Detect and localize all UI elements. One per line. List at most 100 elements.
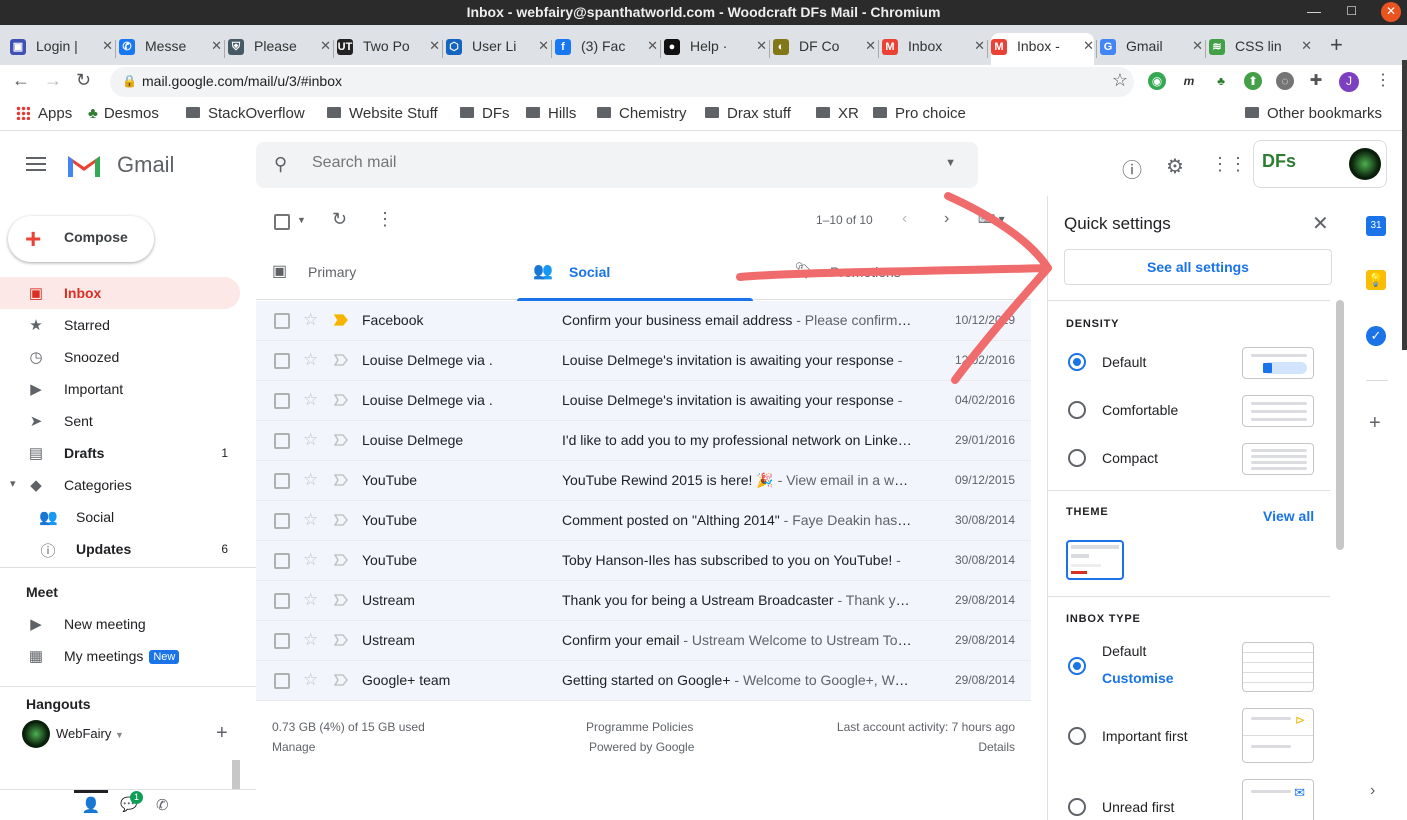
browser-tab-5[interactable]: f (3) Fac ✕ xyxy=(555,33,658,65)
close-tab-icon[interactable]: ✕ xyxy=(429,33,440,59)
sidebar-item-inbox[interactable]: ▣ Inbox xyxy=(0,277,240,309)
activity-details-link[interactable]: Details xyxy=(978,740,1015,754)
new-meeting-item[interactable]: ▶ New meeting xyxy=(0,608,240,640)
close-tab-icon[interactable]: ✕ xyxy=(865,33,876,59)
row-checkbox[interactable] xyxy=(274,553,290,569)
next-page-icon[interactable]: › xyxy=(944,210,949,228)
bookmark-desmos[interactable]: ♣ Desmos xyxy=(88,105,159,122)
extension-m-icon[interactable]: m xyxy=(1180,72,1198,90)
sidebar-item-snoozed[interactable]: ◷ Snoozed xyxy=(0,341,240,373)
close-tab-icon[interactable]: ✕ xyxy=(320,33,331,59)
importance-marker-icon[interactable] xyxy=(334,314,348,326)
theme-default-swatch[interactable] xyxy=(1066,540,1124,580)
importance-marker-icon[interactable] xyxy=(334,594,348,606)
bookmark-chemistry[interactable]: Chemistry xyxy=(597,105,687,122)
close-quick-settings-icon[interactable]: ✕ xyxy=(1312,211,1329,236)
email-row[interactable]: ☆ Google+ team Getting started on Google+ … xyxy=(256,661,1031,701)
sidebar-item-important[interactable]: ▶ Important xyxy=(0,373,240,405)
importance-marker-icon[interactable] xyxy=(334,514,348,526)
row-checkbox[interactable] xyxy=(274,353,290,369)
close-tab-icon[interactable]: ✕ xyxy=(756,33,767,59)
search-options-icon[interactable]: ▼ xyxy=(945,157,956,169)
close-window-icon[interactable]: ✕ xyxy=(1381,2,1401,22)
compose-button[interactable]: + Compose xyxy=(8,216,154,262)
view-all-themes-link[interactable]: View all xyxy=(1263,508,1314,524)
sidebar-scrollbar[interactable] xyxy=(232,760,240,790)
importance-marker-icon[interactable] xyxy=(334,474,348,486)
prev-page-icon[interactable]: ‹ xyxy=(902,210,907,228)
manage-storage-link[interactable]: Manage xyxy=(272,740,315,754)
browser-tab-0[interactable]: ▣ Login | ✕ xyxy=(10,33,113,65)
sidebar-item-categories[interactable]: ◆ Categories ▾ xyxy=(0,469,240,501)
browser-tab-2[interactable]: ⛨ Please ✕ xyxy=(228,33,331,65)
sidebar-item-drafts[interactable]: ▤ Drafts 1 xyxy=(0,437,240,469)
importance-marker-icon[interactable] xyxy=(334,634,348,646)
browser-tab-7[interactable]: ◐ DF Co ✕ xyxy=(773,33,876,65)
refresh-icon[interactable]: ↻ xyxy=(332,209,347,230)
email-row[interactable]: ☆ Louise Delmege via . Louise Delmege's in… xyxy=(256,381,1031,421)
search-input[interactable] xyxy=(312,154,912,172)
close-tab-icon[interactable]: ✕ xyxy=(647,33,658,59)
bookmark-website-stuff[interactable]: Website Stuff xyxy=(327,105,438,122)
star-toggle-icon[interactable]: ☆ xyxy=(303,310,318,330)
calendar-app-icon[interactable]: 31 xyxy=(1366,216,1386,236)
sidebar-item-updates[interactable]: ⓘ Updates 6 xyxy=(0,533,240,565)
bookmark-hills[interactable]: Hills xyxy=(526,105,576,122)
star-toggle-icon[interactable]: ☆ xyxy=(303,670,318,690)
expand-categories-icon[interactable]: ▾ xyxy=(10,477,16,490)
star-toggle-icon[interactable]: ☆ xyxy=(303,430,318,450)
back-icon[interactable]: ← xyxy=(12,70,30,91)
density-comfortable-radio[interactable] xyxy=(1068,401,1086,419)
address-bar[interactable]: 🔒 mail.google.com/mail/u/3/#inbox ☆ xyxy=(110,67,1134,97)
customise-link[interactable]: Customise xyxy=(1102,670,1174,686)
extension-grey-icon[interactable]: ◌ xyxy=(1276,72,1294,90)
maximize-icon[interactable]: ☐ xyxy=(1346,0,1357,25)
email-row[interactable]: ☆ Louise Delmege via . Louise Delmege's in… xyxy=(256,341,1031,381)
row-checkbox[interactable] xyxy=(274,633,290,649)
importance-marker-icon[interactable] xyxy=(334,434,348,446)
sidebar-item-sent[interactable]: ➤ Sent xyxy=(0,405,240,437)
extensions-puzzle-icon[interactable]: ✚ xyxy=(1307,72,1325,90)
bookmark-other[interactable]: Other bookmarks xyxy=(1245,105,1382,122)
add-addon-icon[interactable]: + xyxy=(1369,412,1381,435)
more-options-icon[interactable]: ⋮ xyxy=(376,209,394,230)
row-checkbox[interactable] xyxy=(274,673,290,689)
browser-tab-4[interactable]: ⬡ User Li ✕ xyxy=(446,33,549,65)
sidebar-item-starred[interactable]: ★ Starred xyxy=(0,309,240,341)
email-row[interactable]: ☆ Ustream Confirm your email - Ustream Wel… xyxy=(256,621,1031,661)
settings-gear-icon[interactable]: ⚙ xyxy=(1166,154,1184,179)
bookmark-drax-stuff[interactable]: Drax stuff xyxy=(705,105,791,122)
profile-avatar[interactable]: J xyxy=(1339,72,1359,92)
close-tab-icon[interactable]: ✕ xyxy=(538,33,549,59)
star-toggle-icon[interactable]: ☆ xyxy=(303,470,318,490)
help-icon[interactable]: ⓘ xyxy=(1122,154,1142,183)
close-tab-icon[interactable]: ✕ xyxy=(1192,33,1203,59)
email-row[interactable]: ☆ Louise Delmege I'd like to add you to my… xyxy=(256,421,1031,461)
browser-tab-8[interactable]: M Inbox ✕ xyxy=(882,33,985,65)
inbox-type-unread-label[interactable]: Unread first xyxy=(1102,799,1174,815)
hangouts-user[interactable]: WebFairy ▼ xyxy=(56,726,124,741)
my-meetings-item[interactable]: ▦ My meetings New xyxy=(0,640,240,672)
star-toggle-icon[interactable]: ☆ xyxy=(303,550,318,570)
email-row[interactable]: ☆ Ustream Thank you for being a Ustream Br… xyxy=(256,581,1031,621)
extension-chrome-icon[interactable]: ◉ xyxy=(1148,72,1166,90)
select-all-checkbox[interactable] xyxy=(274,214,290,230)
row-checkbox[interactable] xyxy=(274,473,290,489)
browser-tab-3[interactable]: UT Two Po ✕ xyxy=(337,33,440,65)
hangouts-avatar[interactable] xyxy=(22,720,50,748)
close-tab-icon[interactable]: ✕ xyxy=(1083,33,1094,59)
email-row[interactable]: ☆ YouTube Comment posted on "Althing 2014"… xyxy=(256,501,1031,541)
star-toggle-icon[interactable]: ☆ xyxy=(303,590,318,610)
importance-marker-icon[interactable] xyxy=(334,674,348,686)
close-tab-icon[interactable]: ✕ xyxy=(1301,33,1312,59)
bookmark-stackoverflow[interactable]: StackOverflow xyxy=(186,105,305,122)
browser-tab-9[interactable]: M Inbox - ✕ xyxy=(991,33,1094,65)
account-switcher[interactable]: DFs xyxy=(1253,140,1387,188)
close-tab-icon[interactable]: ✕ xyxy=(211,33,222,59)
importance-marker-icon[interactable] xyxy=(334,354,348,366)
tab-promotions[interactable]: 🏷 Promotions xyxy=(778,244,1038,300)
star-toggle-icon[interactable]: ☆ xyxy=(303,630,318,650)
extension-tree-icon[interactable]: ♣ xyxy=(1212,72,1230,90)
density-comfortable-label[interactable]: Comfortable xyxy=(1102,402,1178,418)
density-default-label[interactable]: Default xyxy=(1102,354,1146,370)
